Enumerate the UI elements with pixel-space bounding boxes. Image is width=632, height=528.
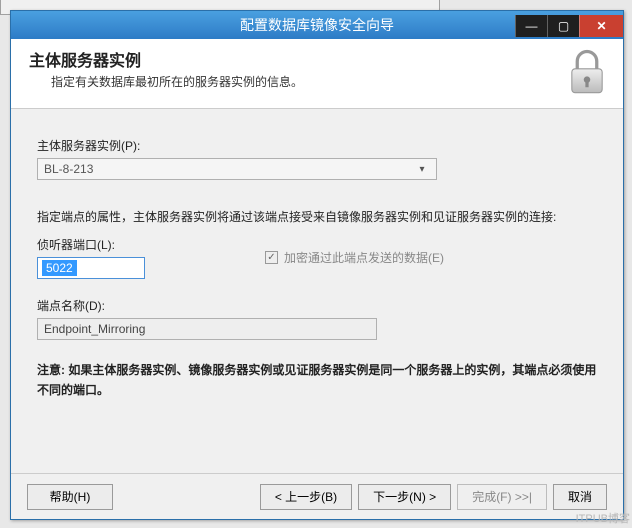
encrypt-label: 加密通过此端点发送的数据(E) (284, 249, 444, 266)
close-button[interactable]: ✕ (579, 15, 623, 37)
listener-port-label: 侦听器端口(L): (37, 236, 145, 253)
finish-button: 完成(F) >>| (457, 484, 547, 510)
endpoint-name-label: 端点名称(D): (37, 297, 597, 314)
minimize-button[interactable]: — (515, 15, 547, 37)
principal-instance-value: BL-8-213 (44, 162, 93, 176)
principal-instance-label: 主体服务器实例(P): (37, 137, 597, 154)
chevron-down-icon: ▾ (414, 160, 430, 178)
endpoint-description: 指定端点的属性，主体服务器实例将通过该端点接受来自镜像服务器实例和见证服务器实例… (37, 208, 597, 226)
help-button[interactable]: 帮助(H) (27, 484, 113, 510)
wizard-window: 配置数据库镜像安全向导 — ▢ ✕ 主体服务器实例 指定有关数据库最初所在的服务… (10, 10, 624, 520)
title-bar: 配置数据库镜像安全向导 — ▢ ✕ (11, 11, 623, 39)
cancel-button[interactable]: 取消 (553, 484, 607, 510)
page-subtitle: 指定有关数据库最初所在的服务器实例的信息。 (51, 73, 605, 90)
wizard-header: 主体服务器实例 指定有关数据库最初所在的服务器实例的信息。 (11, 39, 623, 109)
encrypt-checkbox: ✓ 加密通过此端点发送的数据(E) (265, 236, 444, 279)
maximize-button[interactable]: ▢ (547, 15, 579, 37)
page-title: 主体服务器实例 (29, 47, 605, 71)
endpoint-name-value: Endpoint_Mirroring (44, 322, 145, 336)
lock-icon (565, 45, 609, 97)
wizard-note: 注意: 如果主体服务器实例、镜像服务器实例或见证服务器实例是同一个服务器上的实例… (37, 360, 597, 400)
endpoint-name-input[interactable]: Endpoint_Mirroring (37, 318, 377, 340)
listener-port-value: 5022 (42, 260, 77, 276)
back-button[interactable]: < 上一步(B) (260, 484, 352, 510)
principal-instance-dropdown[interactable]: BL-8-213 ▾ (37, 158, 437, 180)
listener-port-input[interactable]: 5022 (37, 257, 145, 279)
next-button[interactable]: 下一步(N) > (358, 484, 451, 510)
wizard-footer: 帮助(H) < 上一步(B) 下一步(N) > 完成(F) >>| 取消 (11, 473, 623, 519)
wizard-body: 主体服务器实例(P): BL-8-213 ▾ 指定端点的属性，主体服务器实例将通… (11, 109, 623, 400)
watermark-text: ITPUB博客 (576, 510, 630, 526)
check-icon: ✓ (265, 251, 278, 264)
